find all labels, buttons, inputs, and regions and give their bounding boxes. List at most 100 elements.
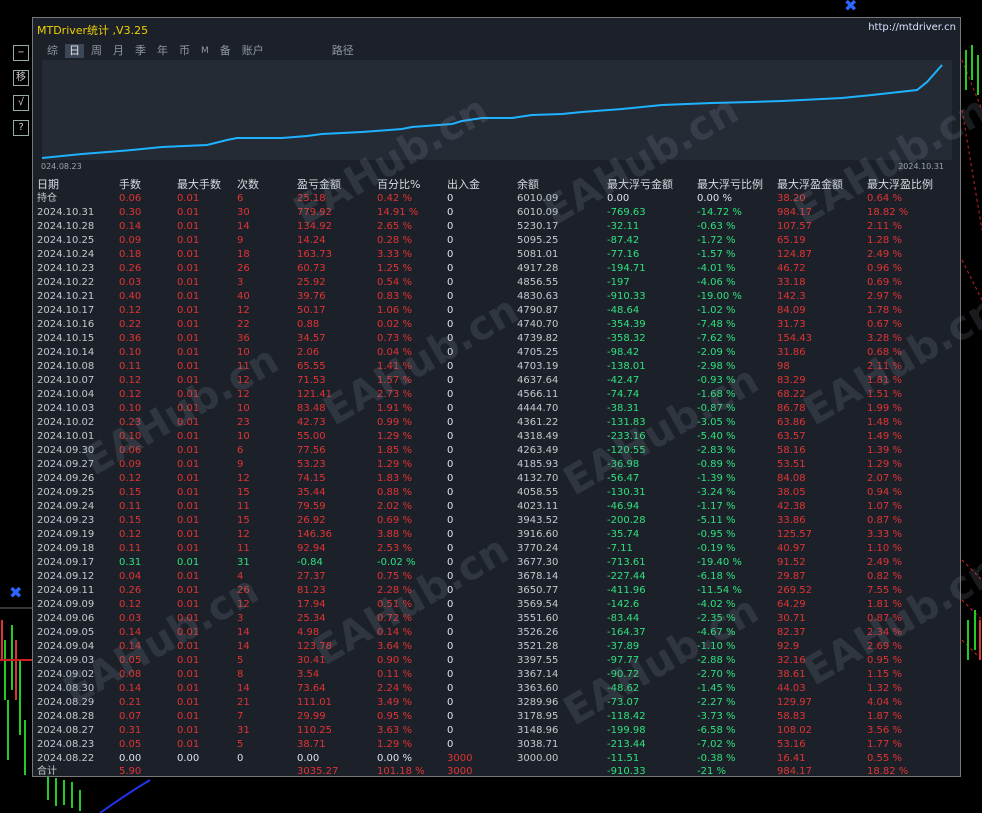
table-cell: 38.05 (777, 487, 806, 498)
table-cell: 持仓 (37, 193, 57, 204)
chart-end-date: 2024.10.31 (898, 162, 944, 171)
table-cell: 12 (237, 529, 250, 540)
tab-monthly[interactable]: 月 (109, 44, 128, 58)
table-cell: 4318.49 (517, 431, 559, 442)
table-cell: 84.08 (777, 473, 806, 484)
table-cell: 46.72 (777, 263, 806, 274)
column-header[interactable]: 百分比% (377, 178, 420, 192)
table-cell: 0 (447, 417, 454, 428)
column-header[interactable]: 出入金 (447, 178, 480, 192)
tab-magic[interactable]: M (197, 44, 213, 58)
table-cell: 142.3 (777, 291, 806, 302)
tab-weekly[interactable]: 周 (87, 44, 106, 58)
minimize-button[interactable]: − (13, 45, 29, 61)
table-row: 2024.09.19 0.12 0.01 12 146.36 3.88 % 0 3916.60… (33, 528, 962, 542)
tab-note[interactable]: 备 (216, 44, 235, 58)
table-cell: -11.51 (607, 753, 640, 764)
table-cell: 64.29 (777, 599, 806, 610)
table-cell: 1.32 % (867, 683, 902, 694)
tab-summary[interactable]: 综 (43, 44, 62, 58)
table-cell: -1.39 % (697, 473, 736, 484)
table-cell: 3677.30 (517, 557, 559, 568)
tab-account[interactable]: 账户 (238, 44, 268, 58)
table-row: 2024.10.01 0.10 0.01 10 55.00 1.29 % 0 4318.49 -… (33, 430, 962, 444)
column-header[interactable]: 盈亏金额 (297, 178, 341, 192)
table-cell: -74.74 (607, 389, 640, 400)
column-header[interactable]: 次数 (237, 178, 259, 192)
tab-path[interactable]: 路径 (328, 44, 358, 58)
column-header[interactable]: 余额 (517, 178, 539, 192)
table-cell: 0.54 % (377, 277, 412, 288)
table-cell: 31 (237, 725, 250, 736)
table-cell: 23 (237, 417, 250, 428)
table-cell: 71.53 (297, 375, 326, 386)
table-cell: 4739.82 (517, 333, 559, 344)
table-cell: 4830.63 (517, 291, 559, 302)
table-cell: -6.18 % (697, 571, 736, 582)
table-row: 2024.09.27 0.09 0.01 9 53.23 1.29 % 0 4185.93 -3… (33, 458, 962, 472)
help-button[interactable]: ? (13, 120, 29, 136)
table-cell: -98.42 (607, 347, 640, 358)
balance-curve-chart (42, 60, 952, 160)
table-cell: 0 (447, 515, 454, 526)
table-cell: 2024.10.02 (37, 417, 95, 428)
tab-symbol[interactable]: 币 (175, 44, 194, 58)
column-header[interactable]: 手数 (119, 178, 141, 192)
table-row: 2024.10.22 0.03 0.01 3 25.92 0.54 % 0 4856.55 -1… (33, 276, 962, 290)
move-button[interactable]: 移 (13, 70, 29, 86)
table-cell: -11.54 % (697, 585, 742, 596)
table-cell: 0.87 % (867, 613, 902, 624)
table-cell: 65.19 (777, 235, 806, 246)
tab-daily[interactable]: 日 (65, 44, 84, 58)
table-cell: 0 (447, 193, 454, 204)
column-header[interactable]: 最大浮亏金额 (607, 178, 673, 192)
table-cell: -4.02 % (697, 599, 736, 610)
table-cell: 1.78 % (867, 305, 902, 316)
table-cell: 12 (237, 599, 250, 610)
table-cell: 2024.09.06 (37, 613, 95, 624)
table-cell: 38.20 (777, 193, 806, 204)
table-row: 2024.10.15 0.36 0.01 36 34.57 0.73 % 0 4739.82 -… (33, 332, 962, 346)
column-header[interactable]: 最大手数 (177, 178, 221, 192)
table-cell: 0.75 % (377, 571, 412, 582)
tab-quarterly[interactable]: 季 (131, 44, 150, 58)
table-cell: 0.00 (297, 753, 320, 764)
total-cell: 18.82 % (867, 766, 909, 777)
table-cell: 2024.10.28 (37, 221, 95, 232)
table-cell: 0.64 % (867, 193, 902, 204)
column-header[interactable]: 日期 (37, 178, 59, 192)
table-cell: 0.01 (177, 585, 200, 596)
tab-yearly[interactable]: 年 (153, 44, 172, 58)
website-link[interactable]: http://mtdriver.cn (868, 22, 956, 33)
table-row: 2024.08.23 0.05 0.01 5 38.71 1.29 % 0 3038.71 -2… (33, 738, 962, 752)
table-cell: 3.33 % (867, 529, 902, 540)
column-header[interactable]: 最大浮盈比例 (867, 178, 933, 192)
table-cell: 2024.09.27 (37, 459, 95, 470)
table-row: 2024.10.17 0.12 0.01 12 50.17 1.06 % 0 4790.87 -… (33, 304, 962, 318)
table-cell: 125.57 (777, 529, 812, 540)
check-button[interactable]: √ (13, 95, 29, 111)
column-header[interactable]: 最大浮亏比例 (697, 178, 763, 192)
table-cell: 6 (237, 193, 244, 204)
table-cell: -38.31 (607, 403, 640, 414)
table-cell: 8 (237, 669, 244, 680)
table-cell: 31 (237, 557, 250, 568)
table-cell: 4361.22 (517, 417, 559, 428)
table-cell: 53.23 (297, 459, 326, 470)
total-cell: 3000 (447, 766, 473, 777)
table-cell: 1.07 % (867, 501, 902, 512)
table-cell: 3650.77 (517, 585, 559, 596)
table-cell: 0 (447, 305, 454, 316)
table-cell: 1.81 % (867, 375, 902, 386)
table-cell: 2024.10.24 (37, 249, 95, 260)
table-cell: 7 (237, 711, 244, 722)
table-cell: 3367.14 (517, 669, 559, 680)
table-cell: 0.01 (177, 655, 200, 666)
table-cell: 0.26 (119, 263, 142, 274)
table-cell: -233.16 (607, 431, 646, 442)
table-cell: -0.02 % (377, 557, 416, 568)
column-header[interactable]: 最大浮盈金额 (777, 178, 843, 192)
table-cell: 0.14 (119, 627, 142, 638)
table-cell: -411.96 (607, 585, 646, 596)
table-cell: 14 (237, 683, 250, 694)
